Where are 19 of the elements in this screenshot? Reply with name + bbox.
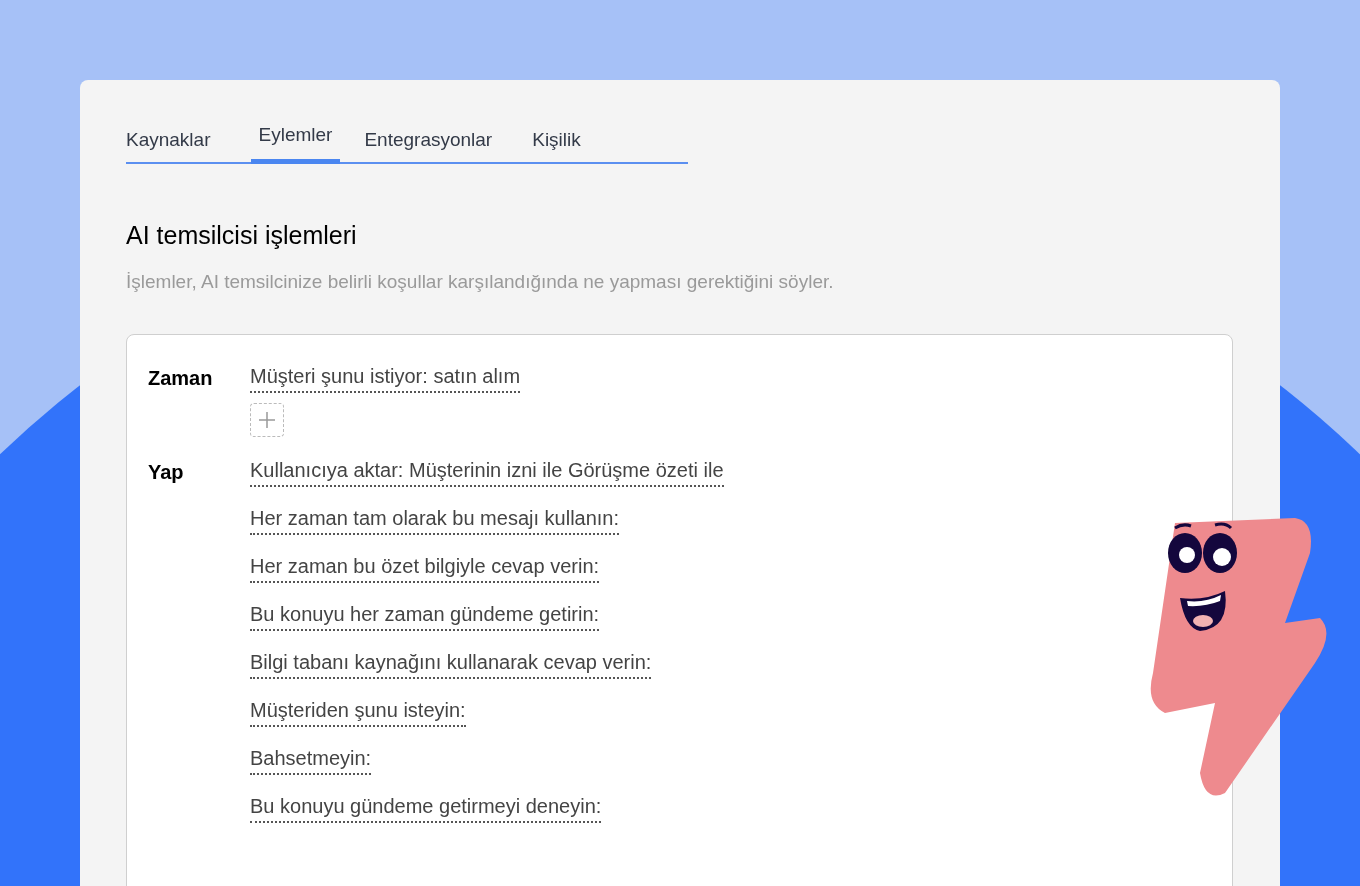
rule-item[interactable]: Müşteriden şunu isteyin:	[250, 695, 466, 727]
rule-item[interactable]: Bilgi tabanı kaynağını kullanarak cevap verin:	[250, 647, 652, 679]
rule-item[interactable]: Kullanıcıya aktar: Müşterinin izni ile Görüşme özeti ile	[250, 455, 724, 487]
section-heading: AI temsilcisi işlemleri	[126, 220, 358, 251]
tab[interactable]: Kişilik	[532, 119, 581, 162]
rule-item[interactable]: Bu konuyu gündeme getirmeyi deneyin:	[250, 791, 602, 823]
add-button[interactable]	[250, 403, 284, 437]
rule-item[interactable]: Bahsetmeyin:	[250, 743, 372, 775]
rule-item[interactable]: Bu konuyu her zaman gündeme getirin:	[250, 599, 600, 631]
tab[interactable]: Kaynaklar	[126, 119, 211, 162]
rule-label: Zaman	[148, 366, 214, 391]
rule-item[interactable]: Her zaman bu özet bilgiyle cevap verin:	[250, 551, 600, 583]
plus-icon	[258, 411, 276, 429]
rule-item[interactable]: Her zaman tam olarak bu mesajı kullanın:	[250, 503, 620, 535]
rule-label: Yap	[148, 460, 185, 485]
section-description: İşlemler, AI temsilcinize belirli koşullar karşılandığında ne yapması gerektiğini söyler.	[126, 270, 835, 294]
rule-item[interactable]: Müşteri şunu istiyor: satın alım	[250, 361, 521, 393]
tab[interactable]: Eylemler	[250, 120, 341, 164]
tab[interactable]: Entegrasyonlar	[364, 119, 493, 162]
